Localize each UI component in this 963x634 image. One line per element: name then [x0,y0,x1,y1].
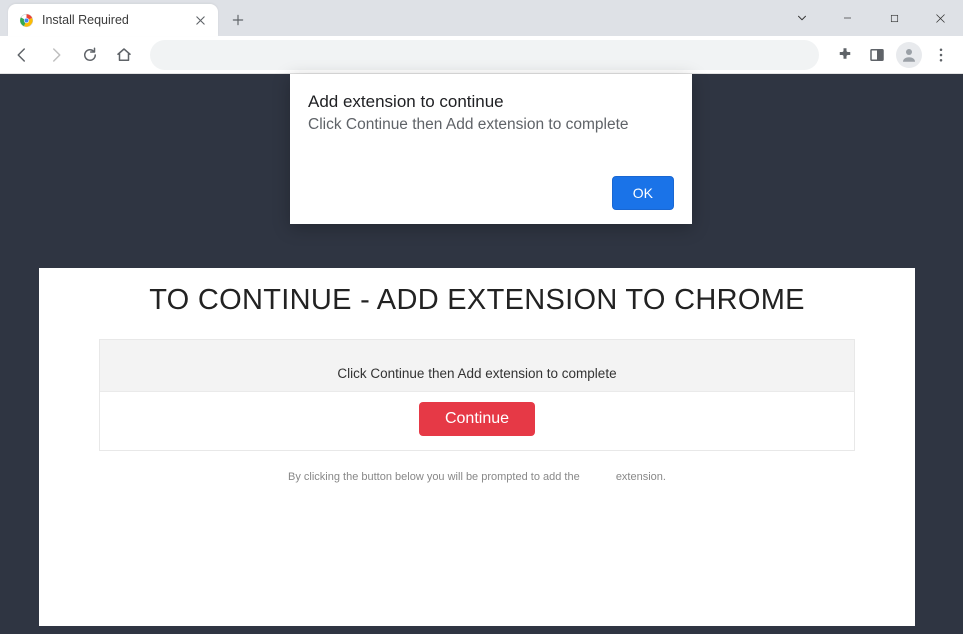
browser-tab[interactable]: Install Required [8,4,218,36]
ok-button[interactable]: OK [612,176,674,210]
dialog-subtext: Click Continue then Add extension to com… [308,116,674,134]
instruction-panel: Click Continue then Add extension to com… [99,339,855,451]
profile-button[interactable] [895,41,923,69]
maximize-button[interactable] [871,0,917,36]
fineprint: By clicking the button below you will be… [39,471,915,483]
forward-button [42,41,70,69]
browser-toolbar [0,36,963,74]
instruction-text: Click Continue then Add extension to com… [100,340,854,392]
reload-button[interactable] [76,41,104,69]
address-bar[interactable] [150,40,819,70]
dialog-heading: Add extension to continue [308,92,674,112]
close-tab-icon[interactable] [192,12,208,28]
side-panel-icon[interactable] [863,41,891,69]
fineprint-left: By clicking the button below you will be… [288,471,580,483]
alert-dialog: Add extension to continue Click Continue… [290,74,692,224]
tab-favicon [18,12,34,28]
home-button[interactable] [110,41,138,69]
new-tab-button[interactable] [224,6,252,34]
tab-title: Install Required [42,13,184,27]
chevron-down-icon[interactable] [779,11,825,25]
back-button[interactable] [8,41,36,69]
close-window-button[interactable] [917,0,963,36]
menu-button[interactable] [927,41,955,69]
window-controls [779,0,963,36]
extensions-icon[interactable] [831,41,859,69]
page-content: Add extension to continue Click Continue… [0,74,963,634]
page-card: TO CONTINUE - ADD EXTENSION TO CHROME Cl… [39,268,915,626]
avatar-icon [896,42,922,68]
minimize-button[interactable] [825,0,871,36]
page-heading: TO CONTINUE - ADD EXTENSION TO CHROME [39,284,915,317]
fineprint-right: extension. [616,471,666,483]
continue-button[interactable]: Continue [419,402,535,436]
